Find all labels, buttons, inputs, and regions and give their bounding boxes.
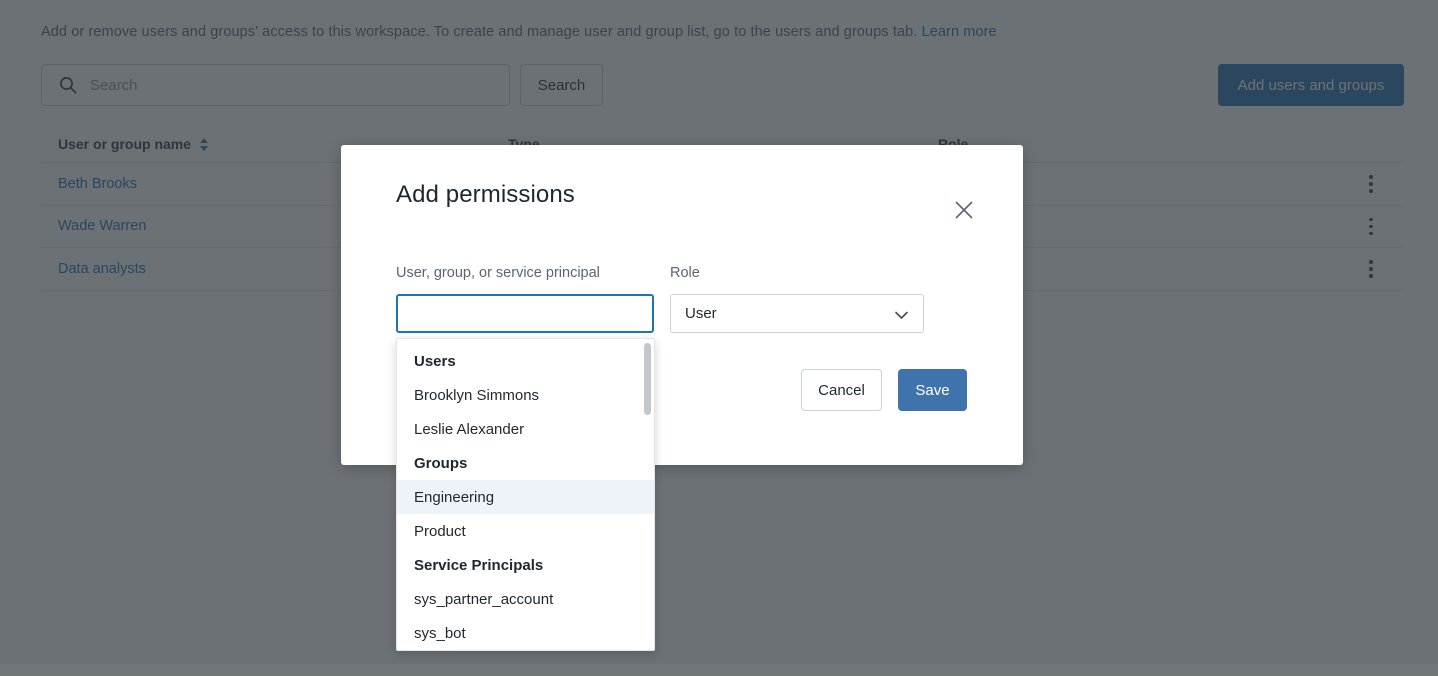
dropdown-option[interactable]: Product: [397, 514, 654, 548]
dropdown-group-header: Service Principals: [397, 548, 654, 582]
dropdown-scrollbar[interactable]: [644, 343, 651, 648]
cancel-button[interactable]: Cancel: [801, 369, 882, 411]
dropdown-scrollbar-thumb[interactable]: [644, 343, 651, 415]
role-selected-value: User: [685, 305, 717, 322]
principal-dropdown: Users Brooklyn Simmons Leslie Alexander …: [396, 338, 655, 651]
dropdown-list: Users Brooklyn Simmons Leslie Alexander …: [397, 339, 654, 650]
dropdown-option[interactable]: Engineering: [397, 480, 654, 514]
principal-input[interactable]: [396, 294, 654, 333]
dropdown-group-header: Groups: [397, 446, 654, 480]
role-select[interactable]: User: [670, 294, 924, 333]
dropdown-option[interactable]: Brooklyn Simmons: [397, 378, 654, 412]
principal-field-label: User, group, or service principal: [396, 265, 600, 281]
dialog-title: Add permissions: [396, 181, 575, 209]
role-field-label: Role: [670, 265, 700, 281]
dropdown-option[interactable]: Leslie Alexander: [397, 412, 654, 446]
bottom-edge-band: [0, 664, 1438, 676]
dropdown-option[interactable]: sys_bot: [397, 616, 654, 650]
close-icon[interactable]: [953, 199, 975, 221]
save-button[interactable]: Save: [898, 369, 967, 411]
dropdown-group-header: Users: [397, 344, 654, 378]
chevron-down-icon: [894, 308, 909, 320]
app-root: Add or remove users and groups' access t…: [0, 0, 1438, 676]
dropdown-option[interactable]: sys_partner_account: [397, 582, 654, 616]
